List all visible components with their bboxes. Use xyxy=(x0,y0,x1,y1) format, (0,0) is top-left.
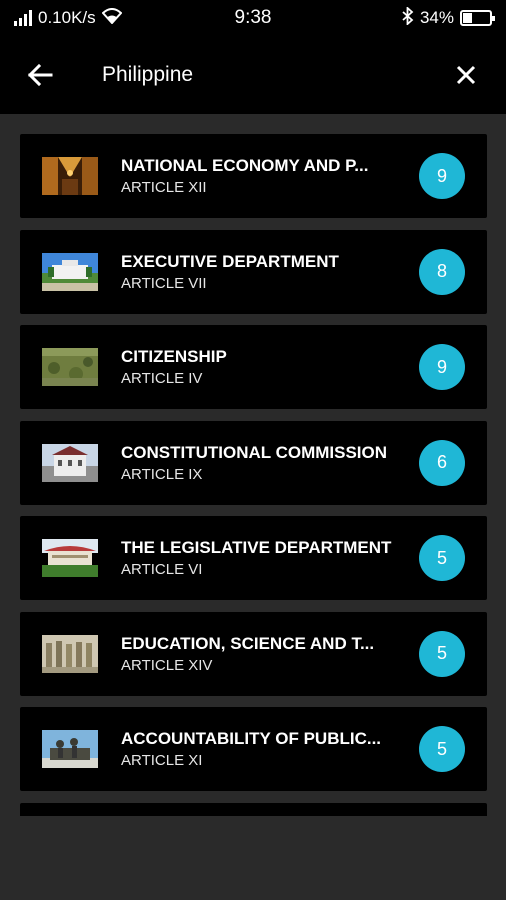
list-item[interactable] xyxy=(20,802,487,816)
palace-photo xyxy=(42,252,98,291)
street-photo xyxy=(42,157,98,195)
item-texts: THE LEGISLATIVE DEPARTMENT ARTICLE VI xyxy=(121,538,409,578)
list-item[interactable]: EXECUTIVE DEPARTMENT ARTICLE VII 8 xyxy=(20,229,487,314)
monument-photo xyxy=(42,730,98,768)
close-button[interactable] xyxy=(444,53,488,97)
count-badge: 8 xyxy=(419,248,465,295)
arrow-left-icon xyxy=(27,63,53,87)
list-item[interactable]: THE LEGISLATIVE DEPARTMENT ARTICLE VI 5 xyxy=(20,516,487,600)
status-bar: 0.10K/s 9:38 34% xyxy=(0,0,506,36)
count-badge: 5 xyxy=(419,630,465,677)
item-article: ARTICLE IX xyxy=(121,465,203,483)
count-badge: 6 xyxy=(419,439,465,486)
page-title: Philippine xyxy=(102,63,194,86)
bluetooth-icon xyxy=(402,5,414,30)
item-title: THE LEGISLATIVE DEPARTMENT xyxy=(121,538,392,557)
item-title: ACCOUNTABILITY OF PUBLIC... xyxy=(121,729,382,748)
item-article: ARTICLE XI xyxy=(121,752,203,769)
building-photo xyxy=(42,443,98,482)
count-badge: 9 xyxy=(419,344,465,390)
item-texts: ACCOUNTABILITY OF PUBLIC... ARTICLE XI xyxy=(121,729,409,769)
item-texts: EXECUTIVE DEPARTMENT ARTICLE VII xyxy=(121,252,409,292)
battery-percent: 34% xyxy=(419,8,454,27)
item-title: CONSTITUTIONAL COMMISSION xyxy=(121,442,388,462)
item-title: CITIZENSHIP xyxy=(121,347,227,366)
item-article: ARTICLE VII xyxy=(121,274,207,292)
back-button[interactable] xyxy=(18,53,62,97)
item-title: EXECUTIVE DEPARTMENT xyxy=(121,251,339,271)
close-icon xyxy=(456,65,476,85)
item-texts: NATIONAL ECONOMY AND P... ARTICLE XII xyxy=(121,156,409,196)
item-article: ARTICLE XIV xyxy=(121,656,213,674)
count-badge: 5 xyxy=(419,535,465,581)
battery-icon xyxy=(460,10,495,26)
count-badge: 5 xyxy=(419,726,465,772)
app-bar: Philippine xyxy=(0,36,506,114)
list-item[interactable]: CONSTITUTIONAL COMMISSION ARTICLE IX 6 xyxy=(20,420,487,505)
article-list[interactable]: NATIONAL ECONOMY AND P... ARTICLE XII 9 … xyxy=(20,134,487,816)
count-badge: 9 xyxy=(419,153,465,199)
status-left: 0.10K/s xyxy=(14,7,123,29)
field-photo xyxy=(42,348,98,386)
list-item[interactable]: ACCOUNTABILITY OF PUBLIC... ARTICLE XI 5 xyxy=(20,707,487,791)
item-article: ARTICLE VI xyxy=(121,561,203,578)
congress-photo xyxy=(42,539,98,577)
list-item[interactable]: EDUCATION, SCIENCE AND T... ARTICLE XIV … xyxy=(20,611,487,696)
item-article: ARTICLE IV xyxy=(121,370,203,387)
item-title: NATIONAL ECONOMY AND P... xyxy=(121,156,369,175)
list-item[interactable]: CITIZENSHIP ARTICLE IV 9 xyxy=(20,325,487,409)
statues-photo xyxy=(42,634,98,673)
wifi-icon xyxy=(101,7,123,29)
signal-icon xyxy=(14,10,32,26)
item-article: ARTICLE XII xyxy=(121,179,207,196)
item-texts: EDUCATION, SCIENCE AND T... ARTICLE XIV xyxy=(121,634,409,674)
item-texts: CITIZENSHIP ARTICLE IV xyxy=(121,347,409,387)
list-item[interactable]: NATIONAL ECONOMY AND P... ARTICLE XII 9 xyxy=(20,134,487,218)
network-speed: 0.10K/s xyxy=(38,8,96,27)
item-texts: CONSTITUTIONAL COMMISSION ARTICLE IX xyxy=(121,443,409,483)
item-title: EDUCATION, SCIENCE AND T... xyxy=(121,633,375,653)
status-right: 34% xyxy=(402,5,495,30)
